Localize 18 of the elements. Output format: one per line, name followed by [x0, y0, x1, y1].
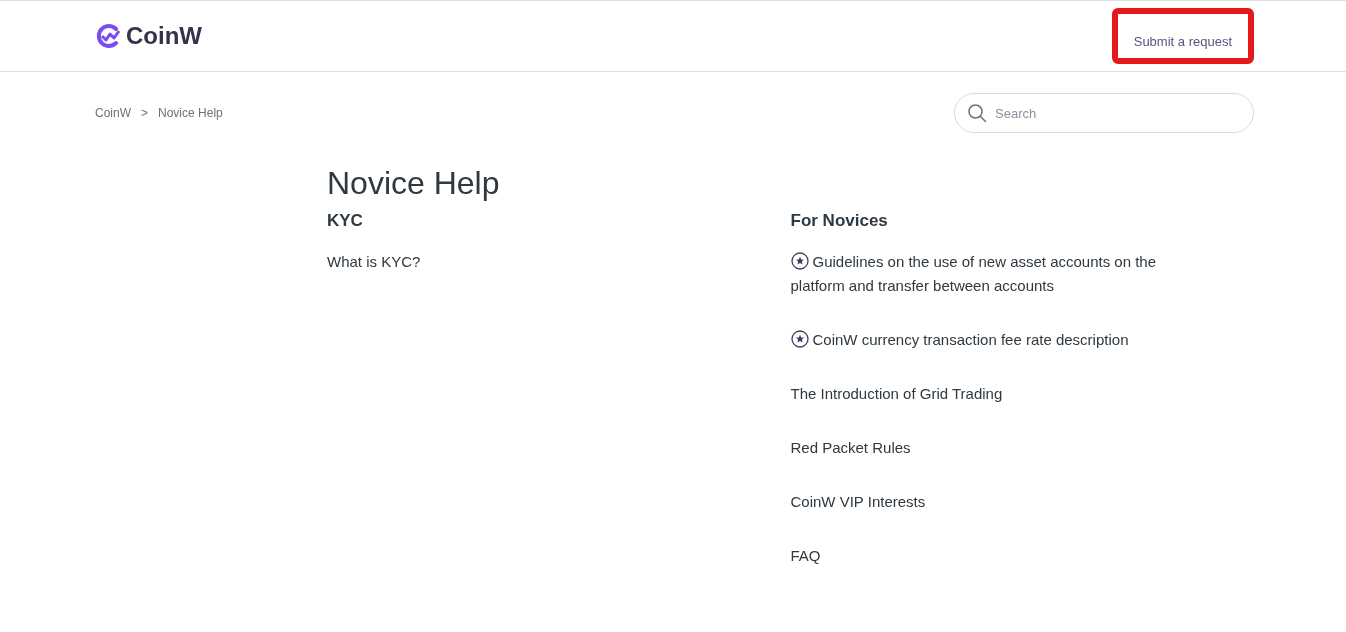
article-link[interactable]: FAQ: [790, 544, 1191, 568]
article-link[interactable]: The Introduction of Grid Trading: [790, 382, 1191, 406]
breadcrumb-separator: >: [141, 105, 149, 122]
article-link[interactable]: What is KYC?: [327, 250, 727, 274]
search-field[interactable]: Search: [954, 93, 1254, 133]
article-link[interactable]: Guidelines on the use of new asset accounts on the platform and transfer between accounts: [790, 250, 1191, 298]
breadcrumb-link[interactable]: CoinW: [95, 104, 131, 122]
page-title: Novice Help: [327, 164, 501, 203]
article-link[interactable]: Red Packet Rules: [790, 436, 1191, 460]
search-icon: [967, 103, 987, 123]
section-title: For Novices: [790, 210, 889, 232]
submit-request-link[interactable]: Submit a request: [1111, 8, 1254, 64]
section-title: KYC: [327, 210, 364, 232]
breadcrumb-link[interactable]: Novice Help: [158, 104, 223, 122]
article-link[interactable]: CoinW VIP Interests: [790, 490, 1191, 514]
logo-text: CoinW: [126, 21, 202, 51]
article-link[interactable]: CoinW currency transaction fee rate description: [790, 328, 1191, 352]
logo-icon: [96, 24, 122, 48]
